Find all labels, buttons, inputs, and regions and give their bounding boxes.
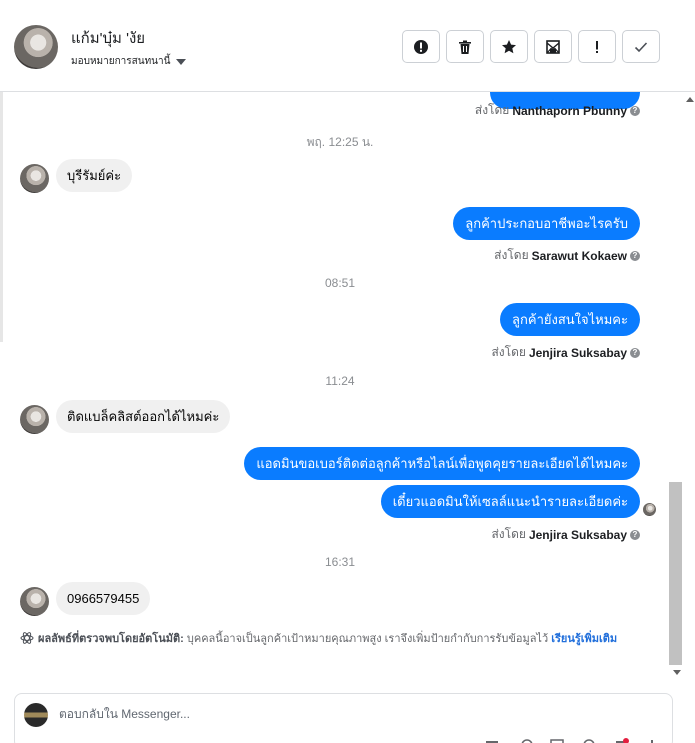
timestamp: พฤ. 12:25 น. — [306, 135, 374, 149]
scroll-down-arrow-icon[interactable] — [673, 670, 681, 675]
message-bubble-outgoing[interactable]: แอดมินขอเบอร์ติดต่อลูกค้าหรือไลน์เพื่อพู… — [244, 447, 640, 480]
timestamp: 08:51 — [324, 276, 356, 290]
scroll-up-arrow-icon[interactable] — [686, 97, 694, 102]
conversation-header: แก้ม'บุ๋ม 'งัย มอบหมายการสนทนานี้ — [0, 0, 695, 92]
message-thread: ส่งโดย Nanthaporn Pbunny ? พฤ. 12:25 น. … — [0, 92, 668, 682]
contact-avatar-small[interactable] — [20, 405, 49, 434]
caret-down-icon — [176, 58, 187, 65]
learn-more-link[interactable]: เรียนรู้เพิ่มเติม — [551, 633, 617, 645]
trash-icon — [459, 40, 471, 54]
sent-by-label: ส่งโดย Jenjira Suksabay ? — [491, 343, 640, 362]
header-actions — [402, 30, 660, 63]
report-spam-button[interactable] — [402, 30, 440, 63]
page-avatar — [24, 703, 48, 727]
mark-done-button[interactable] — [622, 30, 660, 63]
mark-unread-button[interactable] — [534, 30, 572, 63]
alert-circle-icon — [414, 39, 428, 54]
contact-name[interactable]: แก้ม'บุ๋ม 'งัย — [71, 26, 145, 50]
like-icon[interactable] — [485, 738, 499, 743]
message-bubble-incoming[interactable]: บุรีรัมย์ค่ะ — [56, 159, 133, 192]
more-icon[interactable] — [645, 738, 659, 743]
message-bubble-outgoing[interactable]: เดี๋ยวแอดมินให้เซลล์แนะนำรายละเอียดค่ะ — [380, 485, 640, 518]
sent-by-label: ส่งโดย Nanthaporn Pbunny ? — [475, 101, 640, 120]
image-icon[interactable] — [550, 738, 564, 743]
atom-icon — [20, 632, 34, 644]
info-icon[interactable]: ? — [630, 105, 640, 116]
sent-by-label: ส่งโดย Jenjira Suksabay ? — [491, 525, 640, 544]
exclamation-icon — [596, 40, 598, 53]
agent-name: Jenjira Suksabay — [528, 345, 627, 360]
emoji-icon[interactable] — [582, 738, 596, 743]
info-icon[interactable]: ? — [630, 250, 640, 261]
agent-name: Sarawut Kokaew — [531, 248, 627, 263]
timestamp: 11:24 — [325, 374, 355, 388]
message-bubble-outgoing[interactable]: ลูกค้ายังสนใจไหมคะ — [500, 303, 640, 336]
star-button[interactable] — [490, 30, 528, 63]
auto-detected-label: ผลลัพธ์ที่ตรวจพบโดยอัตโนมัติ: — [38, 633, 184, 645]
contact-avatar-small[interactable] — [20, 164, 49, 193]
message-bubble-outgoing[interactable]: ลูกค้าประกอบอาชีพอะไรครับ — [453, 207, 640, 240]
auto-detected-text: บุคคลนี้อาจเป็นลูกค้าเป้าหมายคุณภาพสูง เ… — [186, 633, 549, 645]
assign-conversation-dropdown[interactable]: มอบหมายการสนทนานี้ — [71, 54, 187, 69]
delete-button[interactable] — [446, 30, 484, 63]
follow-up-button[interactable] — [578, 30, 616, 63]
message-bubble-incoming[interactable]: ติดแบล็คลิสต์ออกได้ไหมค่ะ — [56, 400, 231, 433]
thread-scrollbar[interactable] — [669, 482, 682, 665]
contact-avatar[interactable] — [14, 25, 58, 69]
message-bubble-incoming[interactable]: 0966579455 — [56, 582, 151, 615]
timestamp: 16:31 — [324, 555, 356, 569]
star-icon — [502, 39, 516, 53]
envelope-icon — [546, 39, 560, 54]
info-icon[interactable]: ? — [630, 347, 640, 358]
agent-name: Nanthaporn Pbunny — [512, 103, 627, 118]
assign-label: มอบหมายการสนทนานี้ — [71, 56, 171, 67]
seen-avatar-indicator — [643, 503, 656, 516]
agent-name: Jenjira Suksabay — [528, 527, 627, 542]
saved-replies-icon[interactable] — [615, 738, 629, 743]
info-icon[interactable]: ? — [630, 529, 640, 540]
contact-avatar-small[interactable] — [20, 587, 49, 616]
sent-by-label: ส่งโดย Sarawut Kokaew ? — [494, 246, 640, 265]
reply-input[interactable] — [59, 707, 459, 721]
reply-composer — [14, 693, 673, 743]
check-icon — [634, 41, 648, 52]
attach-icon[interactable] — [520, 738, 534, 743]
auto-detected-note: ผลลัพธ์ที่ตรวจพบโดยอัตโนมัติ: บุคคลนี้อา… — [20, 630, 645, 648]
